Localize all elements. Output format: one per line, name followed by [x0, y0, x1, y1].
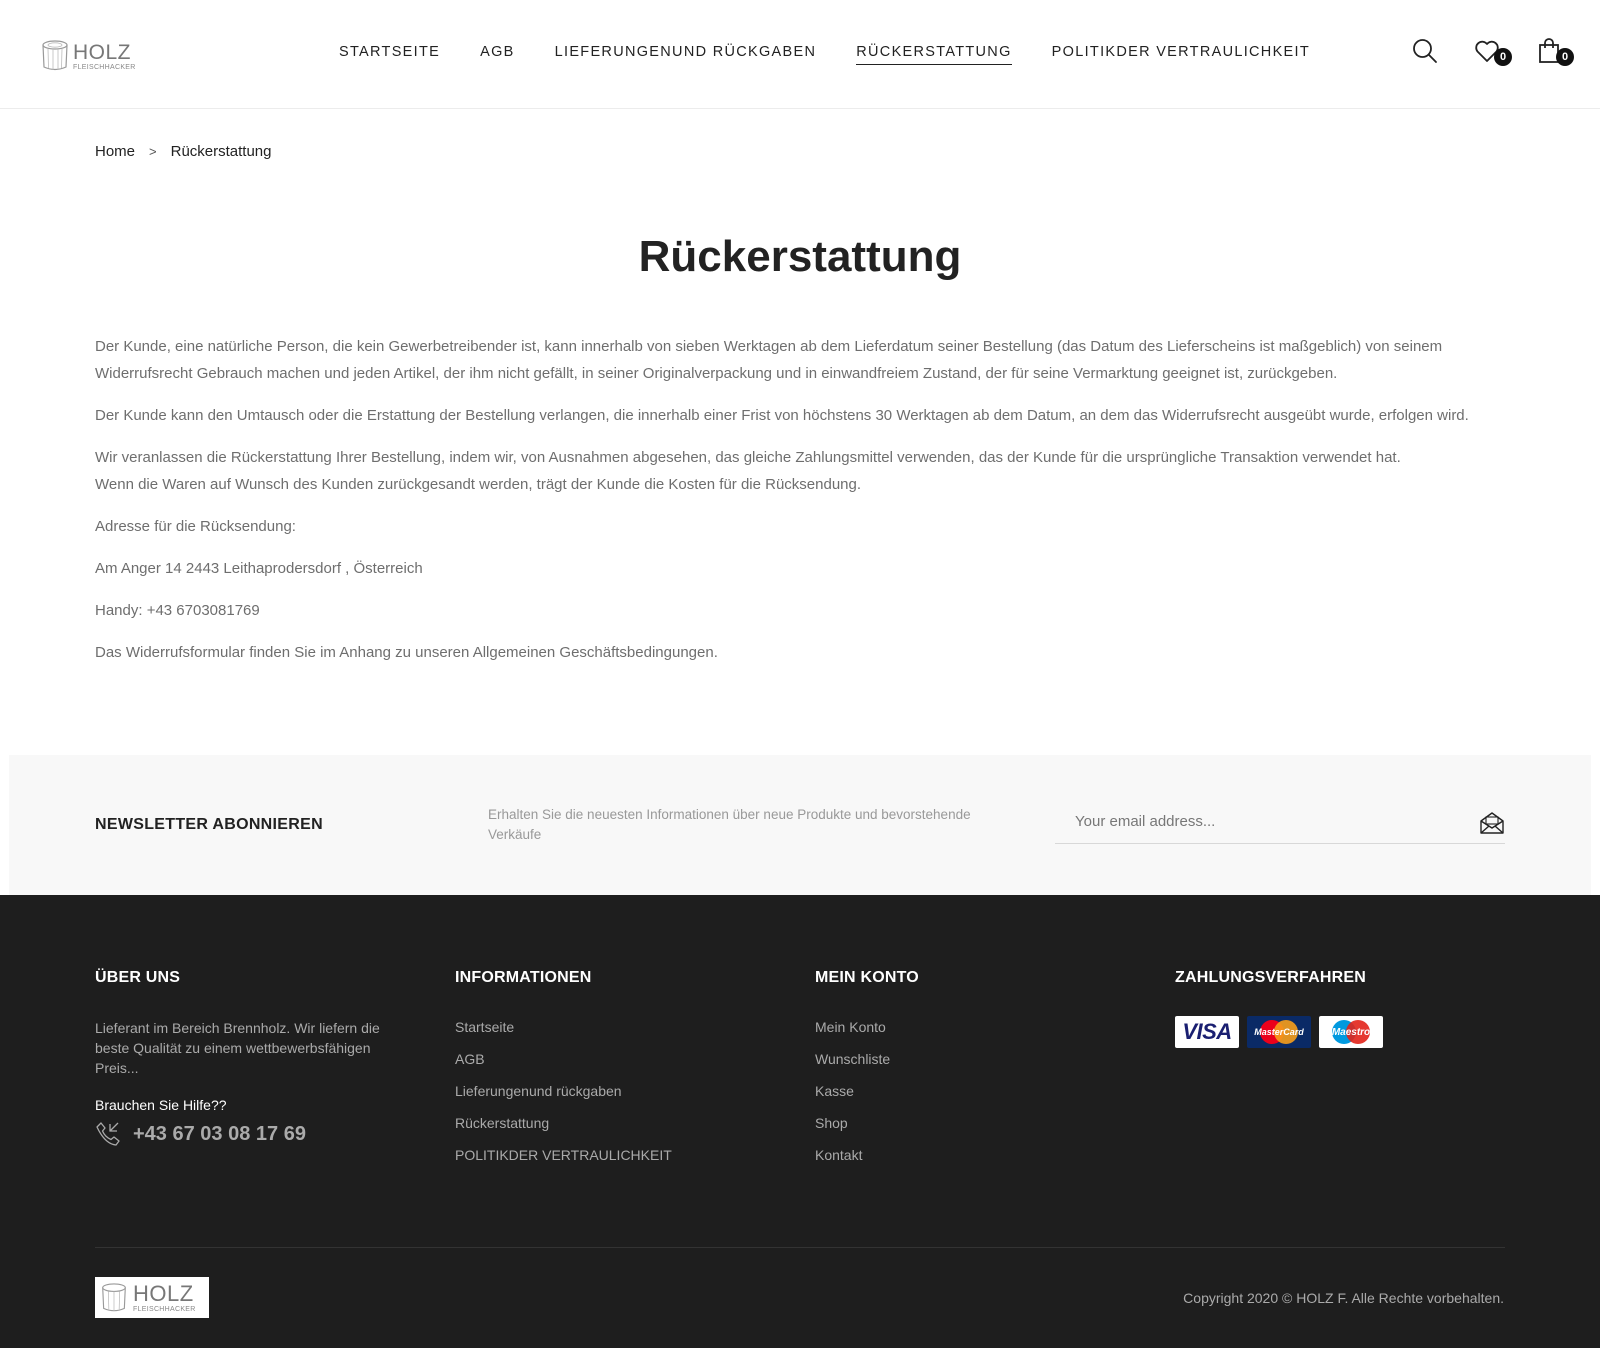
- footer-link-shop[interactable]: Shop: [815, 1114, 919, 1132]
- footer-about-heading: ÜBER UNS: [95, 969, 181, 986]
- page-title: Rückerstattung: [638, 232, 962, 281]
- nav-startseite[interactable]: STARTSEITE: [339, 44, 440, 65]
- footer-about-text: Lieferant im Bereich Brennholz. Wir lief…: [95, 1020, 380, 1076]
- footer-link-politik[interactable]: POLITIKDER VERTRAULICHKEIT: [455, 1146, 672, 1164]
- search-icon: [1413, 39, 1437, 63]
- header-actions: 0 0: [1378, 36, 1574, 66]
- logo-tagline: FLEISCHHACKER: [73, 63, 136, 71]
- visa-card-icon: VISA: [1175, 1016, 1239, 1048]
- wishlist-button[interactable]: 0: [1472, 36, 1512, 66]
- page-content: Der Kunde, eine natürliche Person, die k…: [95, 333, 1515, 681]
- nav-rueckerstattung[interactable]: RÜCKERSTATTUNG: [856, 44, 1012, 65]
- payment-methods: VISA MasterCard Maestro: [1175, 1016, 1383, 1048]
- mastercard-icon: MasterCard: [1247, 1016, 1311, 1048]
- footer-logo[interactable]: HOLZ FLEISCHHACKER: [95, 1277, 209, 1318]
- footer-link-kontakt[interactable]: Kontakt: [815, 1146, 919, 1164]
- footer-help-label: Brauchen Sie Hilfe??: [95, 1097, 227, 1113]
- logo-stump-icon: [102, 1282, 126, 1311]
- nav-politik[interactable]: POLITIKDER VERTRAULICHKEIT: [1052, 44, 1310, 65]
- breadcrumb-current: Rückerstattung: [170, 143, 272, 160]
- site-header: HOLZ FLEISCHHACKER STARTSEITE AGB LIEFER…: [0, 0, 1600, 109]
- copyright: Copyright 2020 © HOLZ F. Alle Rechte vor…: [1183, 1290, 1504, 1306]
- content-paragraph: Handy: +43 6703081769: [95, 602, 260, 619]
- breadcrumb-separator: >: [149, 144, 157, 159]
- footer-link-mein-konto[interactable]: Mein Konto: [815, 1018, 919, 1036]
- footer-phone[interactable]: +43 67 03 08 17 69: [95, 1121, 395, 1147]
- footer-account-heading: MEIN KONTO: [815, 969, 919, 986]
- content-paragraph: Der Kunde, eine natürliche Person, die k…: [95, 338, 1443, 382]
- footer-link-lieferungen[interactable]: Lieferungenund rückgaben: [455, 1082, 672, 1100]
- newsletter-title: NEWSLETTER ABONNIEREN: [95, 816, 323, 833]
- envelope-icon: [1480, 812, 1504, 834]
- footer-link-kasse[interactable]: Kasse: [815, 1082, 919, 1100]
- content-paragraph: Wenn die Waren auf Wunsch des Kunden zur…: [95, 476, 862, 493]
- phone-icon: [96, 1122, 120, 1146]
- site-logo[interactable]: HOLZ FLEISCHHACKER: [41, 37, 145, 75]
- cart-count-badge: 0: [1556, 48, 1574, 66]
- newsletter-description: Erhalten Sie die neuesten Informationen …: [488, 807, 971, 842]
- footer-payment-heading: ZAHLUNGSVERFAHREN: [1175, 969, 1366, 986]
- footer-phone-number: +43 67 03 08 17 69: [133, 1122, 306, 1145]
- nav-lieferungen[interactable]: LIEFERUNGENUND RÜCKGABEN: [555, 44, 817, 65]
- logo-brand: HOLZ: [73, 40, 132, 64]
- content-paragraph: Wir veranlassen die Rückerstattung Ihrer…: [95, 449, 1401, 466]
- footer-link-agb[interactable]: AGB: [455, 1050, 672, 1068]
- content-paragraph: Adresse für die Rücksendung:: [95, 518, 296, 535]
- newsletter-submit-button[interactable]: [1479, 811, 1505, 835]
- logo-stump-icon: [41, 39, 69, 73]
- footer-payment: ZAHLUNGSVERFAHREN VISA MasterCard Maestr…: [1175, 969, 1383, 1048]
- footer-account: MEIN KONTO Mein Konto Wunschliste Kasse …: [815, 969, 919, 1178]
- footer-link-rueckerstattung[interactable]: Rückerstattung: [455, 1114, 672, 1132]
- cart-button[interactable]: 0: [1534, 36, 1574, 66]
- newsletter-section: NEWSLETTER ABONNIEREN Erhalten Sie die n…: [9, 755, 1591, 895]
- footer-info: INFORMATIONEN Startseite AGB Lieferungen…: [455, 969, 672, 1178]
- footer-link-startseite[interactable]: Startseite: [455, 1018, 672, 1036]
- content-paragraph: Der Kunde kann den Umtausch oder die Ers…: [95, 407, 1469, 424]
- newsletter-form: [1055, 799, 1505, 844]
- footer-logo-brand: HOLZ: [133, 1280, 194, 1306]
- footer-logo-tagline: FLEISCHHACKER: [133, 1305, 196, 1313]
- footer-info-heading: INFORMATIONEN: [455, 969, 592, 986]
- footer-divider: [95, 1247, 1505, 1248]
- content-paragraph: Am Anger 14 2443 Leithaprodersdorf , Öst…: [95, 560, 423, 577]
- breadcrumb-home[interactable]: Home: [95, 143, 135, 160]
- main-nav: STARTSEITE AGB LIEFERUNGENUND RÜCKGABEN …: [339, 44, 1310, 65]
- breadcrumb: Home > Rückerstattung: [95, 143, 272, 160]
- content-paragraph: Das Widerrufsformular finden Sie im Anha…: [95, 644, 718, 661]
- site-footer: ÜBER UNS Lieferant im Bereich Brennholz.…: [0, 895, 1600, 1348]
- footer-about: ÜBER UNS Lieferant im Bereich Brennholz.…: [95, 969, 395, 1147]
- newsletter-email-input[interactable]: [1075, 813, 1455, 830]
- search-button[interactable]: [1410, 36, 1440, 66]
- maestro-card-icon: Maestro: [1319, 1016, 1383, 1048]
- wishlist-count-badge: 0: [1494, 48, 1512, 66]
- nav-agb[interactable]: AGB: [480, 44, 515, 65]
- footer-link-wunschliste[interactable]: Wunschliste: [815, 1050, 919, 1068]
